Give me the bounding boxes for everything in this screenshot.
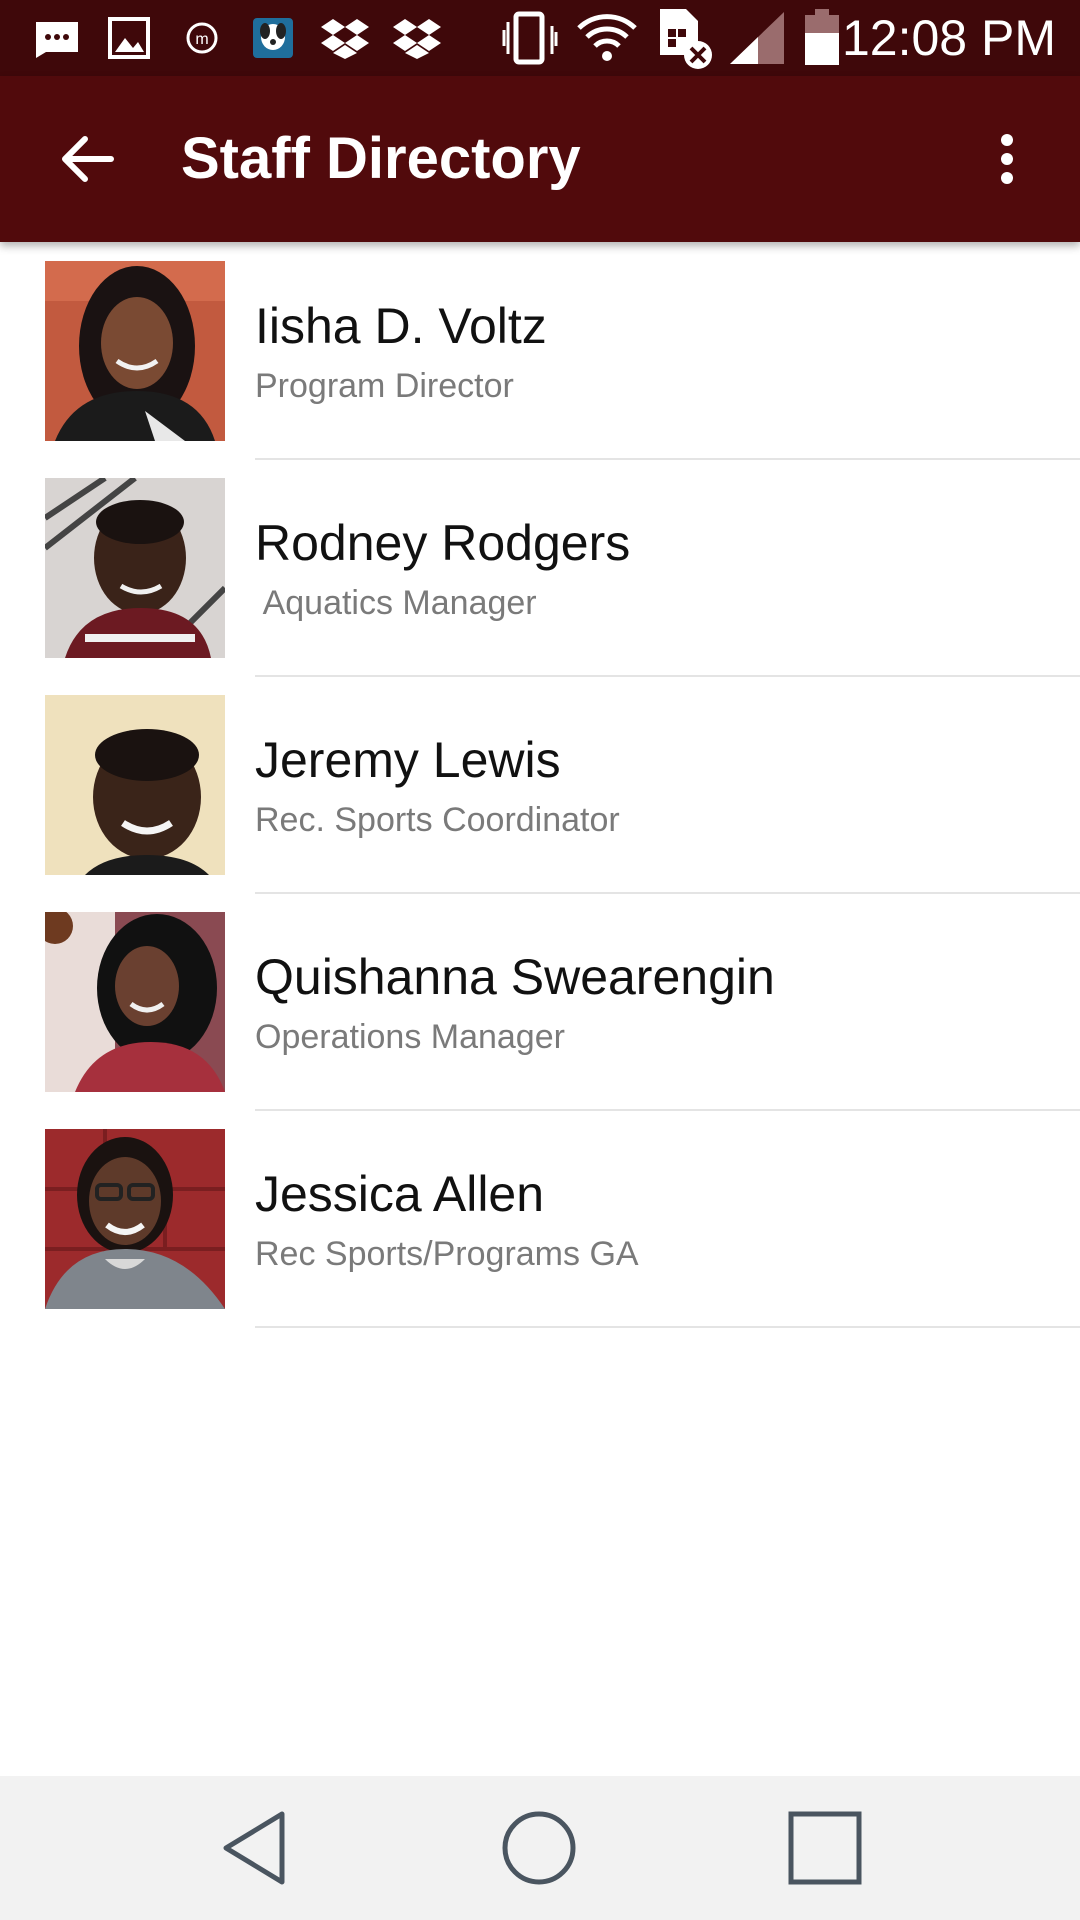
svg-text:m: m — [195, 31, 208, 48]
clock: 12:08 PM — [841, 10, 1056, 66]
staff-role: Rec Sports/Programs GA — [255, 1235, 639, 1273]
staff-role: Program Director — [255, 367, 514, 405]
page-title: Staff Directory — [181, 126, 581, 191]
divider — [255, 675, 1080, 677]
divider — [255, 1326, 1080, 1328]
staff-name: Jeremy Lewis — [255, 732, 561, 788]
staff-name: Jessica Allen — [255, 1166, 545, 1222]
nav-back-button[interactable] — [182, 1776, 326, 1920]
divider — [255, 892, 1080, 894]
message-icon — [30, 0, 84, 76]
staff-list: Iisha D. Voltz Program Director Rodney R… — [0, 242, 1080, 1346]
dog-app-icon — [250, 0, 296, 76]
staff-list-item[interactable]: Jessica Allen Rec Sports/Programs GA — [0, 1129, 1080, 1346]
home-circle-icon — [502, 1811, 576, 1885]
staff-role: Rec. Sports Coordinator — [255, 801, 620, 839]
divider — [255, 1109, 1080, 1111]
dropbox-icon — [392, 0, 442, 76]
signal-icon — [728, 0, 786, 76]
staff-photo — [45, 478, 225, 658]
battery-icon — [802, 0, 842, 76]
nav-recents-button[interactable] — [753, 1776, 897, 1920]
sim-missing-icon — [656, 0, 718, 76]
staff-photo — [45, 261, 225, 441]
more-vert-icon — [1001, 134, 1013, 184]
status-bar: m 12:08 PM — [0, 0, 1080, 76]
staff-name: Quishanna Swearengin — [255, 949, 775, 1005]
staff-role: Aquatics Manager — [255, 584, 537, 622]
staff-list-item[interactable]: Jeremy Lewis Rec. Sports Coordinator — [0, 695, 1080, 912]
staff-name: Iisha D. Voltz — [255, 298, 547, 354]
app-bar: Staff Directory — [0, 76, 1080, 242]
staff-list-item[interactable]: Rodney Rodgers Aquatics Manager — [0, 478, 1080, 695]
staff-name: Rodney Rodgers — [255, 515, 631, 571]
m-circle-icon: m — [180, 0, 224, 76]
overflow-menu-button[interactable] — [960, 112, 1054, 206]
dropbox-icon — [320, 0, 370, 76]
back-button[interactable] — [40, 112, 134, 206]
nav-home-button[interactable] — [467, 1776, 611, 1920]
divider — [255, 458, 1080, 460]
staff-list-item[interactable]: Quishanna Swearengin Operations Manager — [0, 912, 1080, 1129]
staff-role: Operations Manager — [255, 1018, 565, 1056]
recents-square-icon — [788, 1811, 862, 1885]
staff-photo — [45, 912, 225, 1092]
system-nav-bar — [0, 1776, 1080, 1920]
image-icon — [104, 0, 154, 76]
staff-photo — [45, 695, 225, 875]
arrow-back-icon — [62, 136, 114, 182]
wifi-icon — [576, 0, 638, 76]
staff-photo — [45, 1129, 225, 1309]
back-triangle-icon — [223, 1811, 285, 1885]
vibrate-icon — [500, 0, 560, 76]
staff-list-item[interactable]: Iisha D. Voltz Program Director — [0, 261, 1080, 478]
